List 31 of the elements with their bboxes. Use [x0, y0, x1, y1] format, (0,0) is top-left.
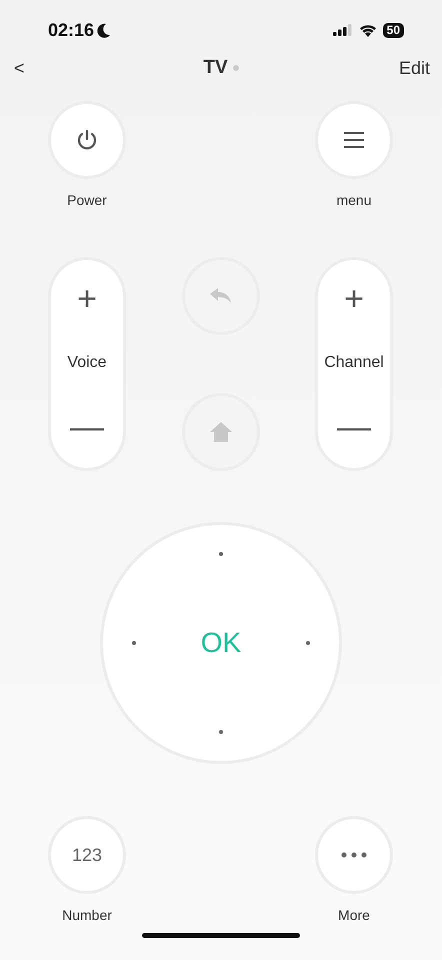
plus-button[interactable]: +	[344, 282, 364, 316]
menu-button[interactable]	[318, 104, 390, 176]
edit-button[interactable]: Edit	[398, 58, 430, 78]
battery-level: 50	[382, 22, 404, 38]
power-button[interactable]	[51, 104, 123, 176]
right-dot[interactable]	[306, 641, 310, 645]
page-title: TV	[203, 57, 228, 79]
button-label: More	[338, 907, 370, 923]
clock: 02:16	[48, 20, 94, 40]
left-dot[interactable]	[132, 641, 136, 645]
up-dot[interactable]	[219, 552, 223, 556]
status-dot	[232, 65, 239, 71]
signal-icon	[332, 24, 353, 36]
down-dot[interactable]	[219, 730, 223, 734]
rocker-label: Channel	[324, 354, 384, 372]
button-label: menu	[336, 192, 372, 208]
wifi-icon	[358, 24, 377, 36]
button-label: Number	[62, 907, 112, 923]
rocker-label: Voice	[67, 354, 107, 372]
home-icon	[208, 421, 232, 443]
moon-icon	[97, 22, 112, 38]
minus-button[interactable]: —	[337, 410, 371, 444]
minus-button[interactable]: —	[70, 410, 104, 444]
number-button[interactable]: 123	[51, 819, 123, 891]
more-icon	[341, 852, 367, 858]
menu-icon	[343, 131, 365, 149]
back-button[interactable]: <	[14, 58, 25, 78]
button-label: Power	[67, 192, 107, 208]
return-arrow-icon	[208, 287, 232, 305]
power-icon	[76, 129, 98, 151]
plus-button[interactable]: +	[77, 282, 97, 316]
